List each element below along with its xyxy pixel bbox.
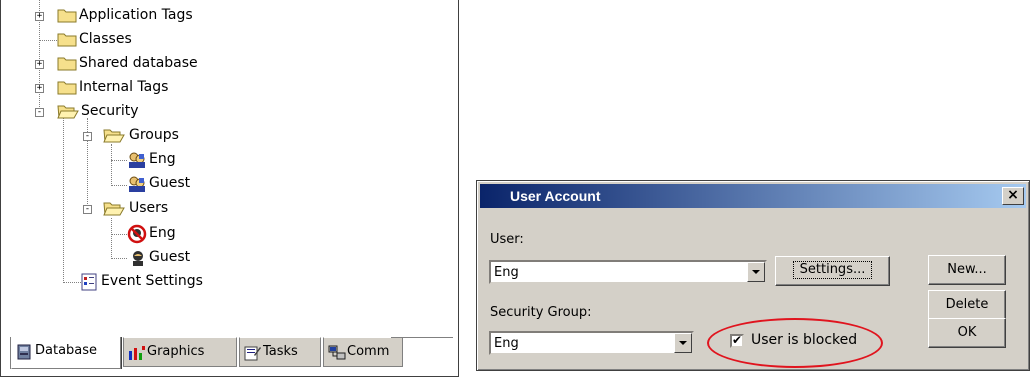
tree-item-label: Guest xyxy=(149,175,191,191)
tree-view: + Application Tags Classes + Shared data… xyxy=(1,0,446,330)
chevron-down-icon[interactable] xyxy=(674,333,692,353)
database-icon xyxy=(17,344,31,360)
tree-item-label: Eng xyxy=(149,225,176,241)
event-settings-icon xyxy=(81,273,97,291)
group-icon xyxy=(129,176,145,192)
expand-toggle[interactable]: + xyxy=(35,12,44,21)
comm-icon xyxy=(328,345,346,360)
collapse-toggle[interactable]: - xyxy=(83,205,92,214)
title-bar[interactable]: User Account × xyxy=(480,184,1026,208)
security-group-label: Security Group: xyxy=(490,305,592,320)
folder-icon xyxy=(57,9,77,23)
tree-item-label: Eng xyxy=(149,151,176,167)
tree-item-label: Classes xyxy=(79,31,132,47)
user-icon xyxy=(133,251,143,266)
tree-item-label: Groups xyxy=(129,127,179,143)
tab-comm[interactable]: Comm xyxy=(323,337,403,367)
tree-item-label: Application Tags xyxy=(79,7,193,23)
tree-item-label: Security xyxy=(81,103,139,119)
security-group-value: Eng xyxy=(494,336,519,351)
tree-item-label: Users xyxy=(129,200,169,216)
tab-strip-baseline xyxy=(391,337,453,338)
user-value: Eng xyxy=(494,265,519,280)
blocked-user-icon xyxy=(127,224,147,244)
open-folder-icon xyxy=(103,129,125,143)
tab-label: Tasks xyxy=(263,344,298,359)
tab-graphics[interactable]: Graphics xyxy=(123,337,237,367)
settings-button-label: Settings... xyxy=(792,261,873,279)
open-folder-icon xyxy=(57,105,79,119)
close-button[interactable]: × xyxy=(1002,187,1024,205)
collapse-toggle[interactable]: - xyxy=(35,108,44,117)
tree-item-label: Guest xyxy=(149,249,191,265)
ok-button[interactable]: OK xyxy=(928,318,1006,348)
tab-label: Comm xyxy=(347,344,390,359)
tab-label: Graphics xyxy=(147,344,205,359)
expand-toggle[interactable]: + xyxy=(35,84,44,93)
delete-button[interactable]: Delete xyxy=(928,290,1006,320)
new-button[interactable]: New... xyxy=(928,255,1006,285)
delete-button-label: Delete xyxy=(945,297,989,312)
graphics-icon xyxy=(129,346,145,360)
group-icon xyxy=(129,152,145,168)
highlight-ellipse xyxy=(707,318,883,368)
folder-icon xyxy=(57,33,77,47)
new-button-label: New... xyxy=(947,262,987,277)
tree-item-label: Shared database xyxy=(79,55,198,71)
user-combobox[interactable]: Eng xyxy=(489,260,767,284)
tab-tasks[interactable]: Tasks xyxy=(239,337,321,367)
tab-database[interactable]: Database xyxy=(11,337,121,369)
tab-label: Database xyxy=(35,343,98,358)
close-icon: × xyxy=(1007,187,1019,203)
settings-button[interactable]: Settings... xyxy=(775,256,890,286)
tasks-icon xyxy=(244,346,261,361)
user-label: User: xyxy=(490,232,524,247)
security-group-combobox[interactable]: Eng xyxy=(489,331,694,355)
tree-item-label: Event Settings xyxy=(101,273,203,289)
dialog-title: User Account xyxy=(510,188,601,204)
ok-button-label: OK xyxy=(957,325,977,340)
collapse-toggle[interactable]: - xyxy=(83,132,92,141)
folder-icon xyxy=(57,81,77,95)
open-folder-icon xyxy=(103,202,125,216)
expand-toggle[interactable]: + xyxy=(35,60,44,69)
chevron-down-icon[interactable] xyxy=(747,262,765,282)
tree-item-label: Internal Tags xyxy=(79,79,169,95)
folder-icon xyxy=(57,57,77,71)
tree-panel: + Application Tags Classes + Shared data… xyxy=(0,0,459,377)
